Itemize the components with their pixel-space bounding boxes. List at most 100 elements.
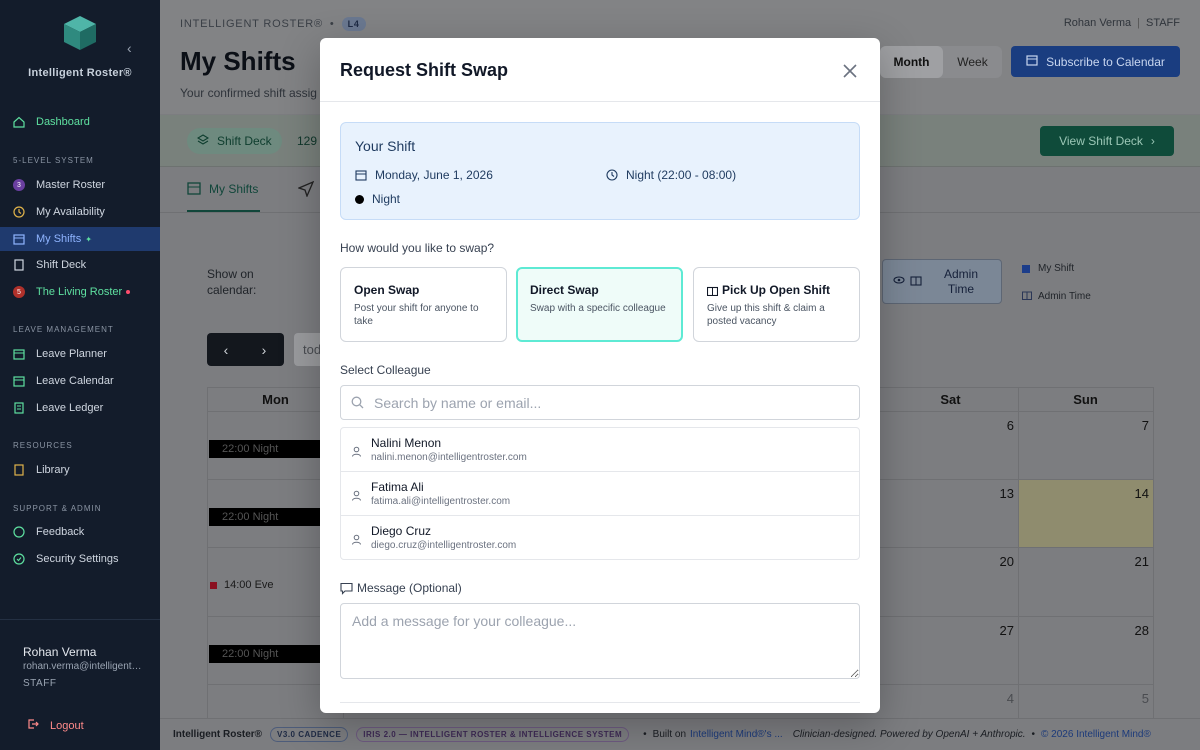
- view-shift-deck-button[interactable]: View Shift Deck ›: [1040, 126, 1174, 156]
- shift-deck-pill[interactable]: Shift Deck: [187, 128, 282, 154]
- calendar-icon: [13, 375, 25, 387]
- logout-button[interactable]: Logout: [27, 718, 84, 733]
- logo[interactable]: Intelligent Roster®: [0, 14, 160, 79]
- sidebar-item-label: Master Roster: [36, 179, 106, 191]
- day-number: 27: [999, 623, 1014, 638]
- your-shift-time: Night (22:00 - 08:00): [606, 168, 736, 182]
- view-month-button[interactable]: Month: [880, 46, 943, 78]
- sidebar-item-security-settings[interactable]: Security Settings: [0, 547, 160, 571]
- level-badge: 5: [13, 286, 25, 298]
- your-shift-date: Monday, June 1, 2026: [355, 168, 493, 182]
- sidebar-item-leave-ledger[interactable]: Leave Ledger: [0, 396, 160, 420]
- home-icon: [13, 116, 25, 128]
- admin-time-filter-button[interactable]: Admin Time: [882, 259, 1002, 304]
- colleague-email: fatima.ali@intelligentroster.com: [371, 496, 511, 507]
- shift-chip-night[interactable]: 22:00 Night: [209, 508, 321, 526]
- sidebar-item-label: Shift Deck: [36, 259, 87, 271]
- user-name: Rohan Verma: [23, 645, 97, 659]
- day-number: 4: [1006, 691, 1014, 706]
- sidebar-item-shift-deck[interactable]: Shift Deck: [0, 253, 160, 277]
- option-title: Open Swap: [354, 283, 420, 297]
- colleague-item[interactable]: Fatima Ali fatima.ali@intelligentroster.…: [341, 472, 859, 516]
- calendar-icon: [355, 169, 367, 181]
- option-desc: Swap with a specific colleague: [530, 303, 666, 314]
- top-user-info: Rohan Verma | STAFF: [1063, 17, 1180, 29]
- briefcase-icon: [910, 274, 922, 289]
- day-number: 20: [999, 554, 1014, 569]
- sidebar-item-dashboard[interactable]: Dashboard: [0, 110, 160, 134]
- view-toggle: Month Week: [880, 46, 1002, 78]
- sidebar-item-label: My Shifts: [36, 233, 82, 245]
- shift-chip-night[interactable]: 22:00 Night: [209, 440, 321, 458]
- day-number: 21: [1134, 554, 1149, 569]
- footer-built-link[interactable]: Intelligent Mind®'s ...: [690, 729, 783, 740]
- option-title: Direct Swap: [530, 283, 599, 297]
- today-button[interactable]: tod: [294, 333, 322, 366]
- option-open-swap[interactable]: Open Swap Post your shift for anyone to …: [340, 267, 507, 342]
- show-on-label: Show on calendar:: [207, 267, 257, 297]
- option-desc: Post your shift for anyone to take: [354, 303, 479, 327]
- option-desc: Give up this shift & claim a posted vaca…: [707, 303, 825, 327]
- your-shift-type-label: Night: [372, 192, 401, 206]
- modal-title: Request Shift Swap: [340, 60, 509, 80]
- subscribe-calendar-button[interactable]: Subscribe to Calendar: [1011, 46, 1180, 77]
- breadcrumb-app[interactable]: INTELLIGENT ROSTER®: [180, 18, 323, 30]
- option-pick-up-open-shift[interactable]: Pick Up Open Shift Give up this shift & …: [693, 267, 860, 342]
- message-label: Message (Optional): [340, 581, 462, 595]
- calendar-nav: ‹ ›: [207, 333, 284, 366]
- sidebar-item-feedback[interactable]: Feedback: [0, 520, 160, 544]
- sidebar-footer-divider: [0, 619, 160, 620]
- legend-admin-time: Admin Time: [1022, 290, 1091, 303]
- clock-icon: [13, 206, 25, 218]
- day-number: 13: [999, 486, 1014, 501]
- app-footer: Intelligent Roster® V3.0 CADENCE IRIS 2.…: [160, 718, 1200, 750]
- sidebar-item-my-shifts[interactable]: My Shifts ✦: [0, 227, 160, 251]
- sidebar-item-label: Leave Planner: [36, 348, 107, 360]
- request-shift-swap-modal: Request Shift Swap Your Shift Monday, Ju…: [320, 38, 880, 713]
- sidebar-item-leave-calendar[interactable]: Leave Calendar: [0, 369, 160, 393]
- legend-swatch: [1022, 264, 1030, 273]
- next-month-button[interactable]: ›: [245, 333, 283, 366]
- modal-footer-divider: [340, 702, 860, 703]
- tab-my-shifts[interactable]: My Shifts: [187, 168, 261, 212]
- view-week-button[interactable]: Week: [943, 46, 1002, 78]
- sidebar-item-library[interactable]: Library: [0, 458, 160, 482]
- section-support: SUPPORT & ADMIN: [13, 504, 102, 513]
- sparkle-icon: ✦: [85, 234, 92, 244]
- chevron-right-icon: ›: [1150, 134, 1155, 148]
- close-icon[interactable]: [840, 61, 860, 81]
- user-role: STAFF: [23, 678, 57, 689]
- colleague-search-input[interactable]: [374, 386, 844, 419]
- sidebar-item-leave-planner[interactable]: Leave Planner: [0, 342, 160, 366]
- collapse-sidebar-icon[interactable]: ‹: [127, 40, 132, 56]
- send-icon[interactable]: [297, 180, 315, 202]
- breadcrumb: INTELLIGENT ROSTER® • L4: [180, 17, 366, 31]
- book-icon: [13, 464, 25, 476]
- shift-chip-eve[interactable]: 14:00 Eve: [210, 579, 274, 591]
- shield-icon: [13, 553, 25, 565]
- calendar-icon: [13, 233, 25, 245]
- sidebar-item-master-roster[interactable]: 3 Master Roster: [0, 173, 160, 197]
- message-textarea[interactable]: [340, 603, 860, 679]
- sidebar-item-my-availability[interactable]: My Availability: [0, 200, 160, 224]
- colleague-item[interactable]: Diego Cruz diego.cruz@intelligentroster.…: [341, 516, 859, 560]
- day-number: 5: [1141, 691, 1149, 706]
- option-direct-swap[interactable]: Direct Swap Swap with a specific colleag…: [516, 267, 683, 342]
- your-shift-card: Your Shift Monday, June 1, 2026 Night (2…: [340, 122, 860, 220]
- legend-my-shift-label: My Shift: [1038, 263, 1075, 274]
- legend-admin-time-label: Admin Time: [1038, 291, 1091, 302]
- calendar-icon: [1026, 54, 1038, 69]
- view-shift-deck-label: View Shift Deck: [1059, 134, 1143, 148]
- footer-copyright[interactable]: © 2026 Intelligent Mind®: [1041, 729, 1151, 740]
- message-icon: [340, 582, 353, 595]
- sidebar-item-living-roster[interactable]: 5 The Living Roster: [0, 280, 160, 304]
- shift-chip-night[interactable]: 22:00 Night: [209, 645, 321, 663]
- live-dot-icon: [126, 290, 131, 294]
- night-dot-icon: [355, 194, 364, 204]
- cube-logo-icon: [64, 16, 96, 50]
- top-user-role: STAFF: [1145, 17, 1180, 29]
- document-icon: [13, 259, 25, 271]
- colleague-item[interactable]: Nalini Menon nalini.menon@intelligentros…: [341, 428, 859, 472]
- prev-month-button[interactable]: ‹: [207, 333, 245, 366]
- colleague-search: [340, 385, 860, 420]
